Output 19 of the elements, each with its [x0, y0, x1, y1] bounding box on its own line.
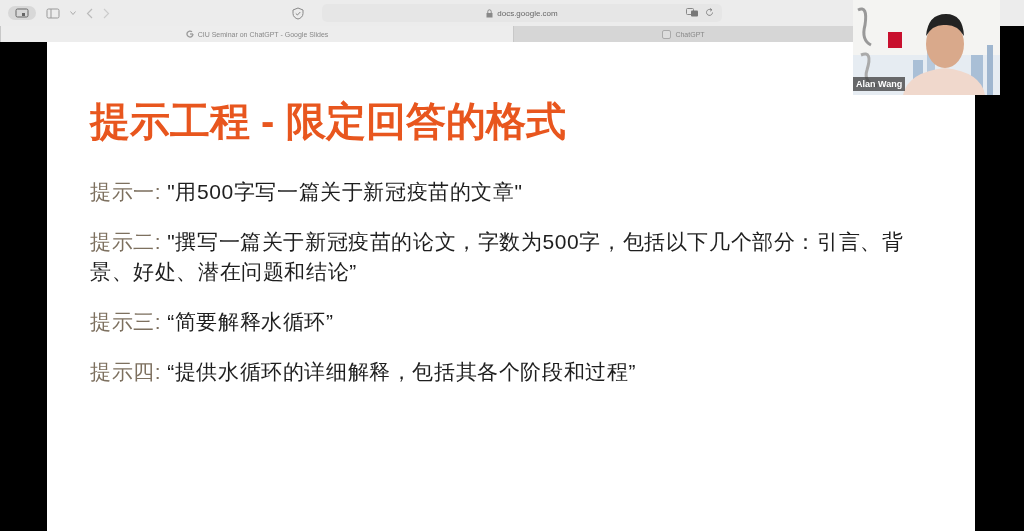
prompt-text: 提示二: "撰写一篇关于新冠疫苗的论文，字数为500字，包括以下几个部分：引言、背景、好处、潜在问题和结论”	[90, 229, 905, 285]
prompt-text: 提示一: "用500字写一篇关于新冠疫苗的文章"	[90, 179, 524, 205]
sidebar-icon[interactable]	[46, 7, 60, 19]
reload-icon[interactable]	[705, 8, 714, 17]
prompt-text: 提示四: “提供水循环的详细解释，包括其各个阶段和过程”	[90, 359, 638, 385]
slide-title: 提示工程 - 限定回答的格式	[90, 98, 566, 145]
address-bar[interactable]: docs.google.com	[322, 4, 722, 22]
back-icon[interactable]	[86, 7, 93, 19]
prompt-text: 提示三: “简要解释水循环”	[90, 309, 335, 335]
forward-icon[interactable]	[103, 7, 110, 19]
window-icon	[15, 8, 29, 18]
chevron-down-icon[interactable]	[70, 11, 76, 15]
shield-icon[interactable]	[292, 6, 304, 20]
tab-overview-button[interactable]	[8, 6, 36, 20]
google-icon	[185, 30, 194, 38]
translate-icon[interactable]	[686, 8, 699, 17]
participant-name: Alan Wang	[853, 77, 906, 91]
lock-icon	[486, 8, 494, 18]
app-icon	[662, 29, 672, 39]
